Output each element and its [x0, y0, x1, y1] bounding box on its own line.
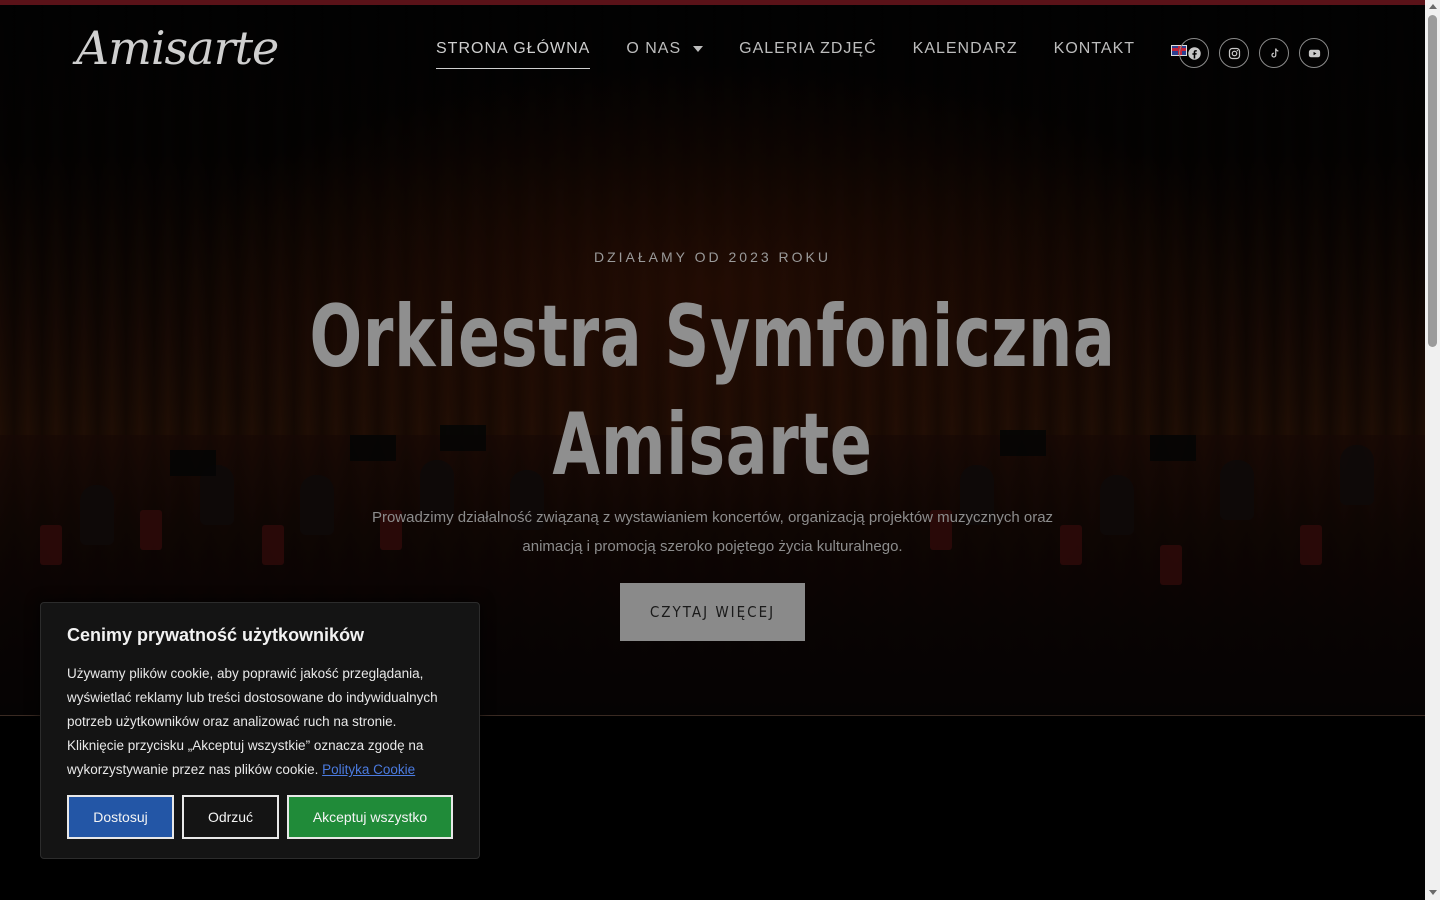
cookie-policy-link[interactable]: Polityka Cookie: [322, 762, 415, 777]
reject-button[interactable]: Odrzuć: [182, 795, 279, 839]
social-links: [1179, 38, 1339, 68]
instagram-icon[interactable]: [1219, 38, 1249, 68]
tiktok-icon[interactable]: [1259, 38, 1289, 68]
logo[interactable]: Amisarte: [76, 21, 279, 75]
main-nav: STRONA GŁÓWNA O NAS GALERIA ZDJĘĆ KALEND…: [436, 34, 1221, 69]
cookie-actions: Dostosuj Odrzuć Akceptuj wszystko: [67, 795, 461, 839]
read-more-button[interactable]: CZYTAJ WIĘCEJ: [620, 583, 805, 641]
nav-item-home[interactable]: STRONA GŁÓWNA: [436, 34, 591, 69]
cookie-title: Cenimy prywatność użytkowników: [67, 625, 365, 645]
customize-button[interactable]: Dostosuj: [67, 795, 174, 839]
nav-item-label: KONTAKT: [1053, 40, 1136, 57]
scrollbar[interactable]: [1425, 0, 1440, 900]
scroll-down-arrow-icon[interactable]: [1429, 890, 1437, 895]
hero-title-line-2: Amisarte: [552, 395, 873, 495]
accept-all-button[interactable]: Akceptuj wszystko: [287, 795, 453, 839]
cookie-body: Używamy plików cookie, aby poprawić jako…: [67, 666, 438, 777]
nav-item-about[interactable]: O NAS: [626, 34, 704, 66]
nav-item-label: O NAS: [626, 40, 682, 57]
nav-item-label: GALERIA ZDJĘĆ: [739, 40, 877, 57]
hero-title-line-1: Orkiestra Symfoniczna: [309, 287, 1116, 387]
site-header: Amisarte STRONA GŁÓWNA O NAS GALERIA ZDJ…: [0, 5, 1425, 95]
nav-item-contact[interactable]: KONTAKT: [1054, 34, 1135, 66]
hero-title: Orkiestra Symfoniczna Amisarte: [200, 283, 1226, 499]
hero-lead: Prowadzimy działalność związaną z wystaw…: [371, 509, 1054, 555]
youtube-icon[interactable]: [1299, 38, 1329, 68]
cookie-consent-dialog: Cenimy prywatność użytkowników Używamy p…: [40, 602, 480, 859]
nav-item-label: KALENDARZ: [912, 40, 1018, 57]
chevron-down-icon[interactable]: [693, 46, 704, 52]
facebook-icon[interactable]: [1179, 38, 1209, 68]
scrollbar-thumb[interactable]: [1428, 15, 1437, 347]
cookie-text: Używamy plików cookie, aby poprawić jako…: [67, 662, 453, 782]
hero-kicker: DZIAŁAMY OD 2023 ROKU: [593, 249, 832, 265]
nav-item-gallery[interactable]: GALERIA ZDJĘĆ: [739, 34, 876, 66]
nav-item-calendar[interactable]: KALENDARZ: [913, 34, 1018, 66]
nav-item-label: STRONA GŁÓWNA: [436, 40, 591, 57]
scroll-up-arrow-icon[interactable]: [1429, 4, 1437, 9]
